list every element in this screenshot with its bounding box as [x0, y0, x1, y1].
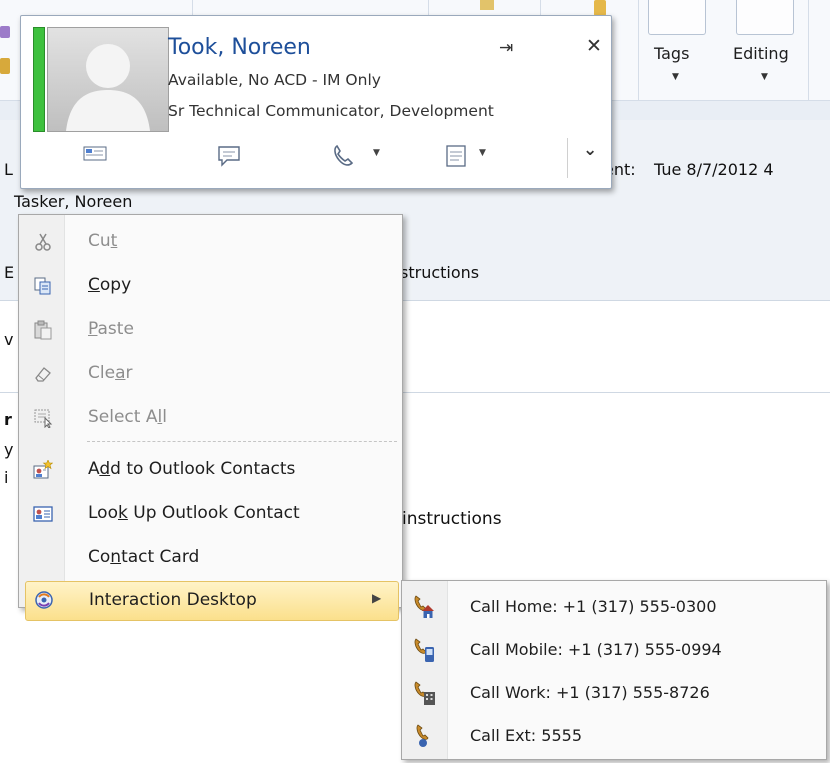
menu-item-select-all[interactable]: Select All — [19, 396, 402, 439]
ribbon-icon — [0, 58, 10, 74]
scissors-icon — [35, 233, 51, 251]
left-char: E — [4, 263, 15, 282]
ribbon-icon — [0, 26, 10, 38]
ribbon-icon — [480, 0, 494, 10]
menu-item-label: Cut — [88, 231, 118, 251]
select-all-icon — [34, 409, 53, 428]
submenu-arrow-icon: ▶ — [372, 591, 382, 605]
left-char: r — [4, 410, 12, 429]
submenu-item-call-home[interactable]: Call Home: +1 (317) 555-0300 — [402, 585, 826, 628]
menu-item-interaction-desktop[interactable]: Interaction Desktop ▶ — [25, 581, 399, 621]
menu-item-label: Add to Outlook Contacts — [88, 459, 296, 479]
contact-card-icon — [33, 506, 53, 522]
menu-item-cut[interactable]: Cut — [19, 220, 402, 263]
body-fragment: instructions — [402, 509, 502, 529]
to-recipient[interactable]: Tasker, Noreen — [14, 192, 132, 211]
editing-dropdown-icon[interactable]: ▼ — [761, 72, 768, 82]
phone-icon[interactable] — [331, 144, 355, 168]
call-home-icon — [414, 595, 434, 618]
contact-title: Sr Technical Communicator, Development — [168, 102, 494, 120]
interaction-desktop-submenu: Call Home: +1 (317) 555-0300 Call Mobile… — [401, 580, 827, 760]
copy-icon — [34, 277, 51, 295]
contact-status: Available, No ACD - IM Only — [168, 71, 381, 89]
expand-chevron-icon[interactable]: ⌄ — [583, 140, 597, 160]
paste-icon — [34, 320, 52, 340]
menu-separator — [87, 441, 397, 442]
submenu-item-call-mobile[interactable]: Call Mobile: +1 (317) 555-0994 — [402, 628, 826, 671]
menu-item-paste[interactable]: Paste — [19, 308, 402, 351]
close-icon[interactable]: ✕ — [586, 35, 602, 57]
editing-button-icon-frame[interactable] — [736, 0, 794, 35]
menu-item-label: Paste — [88, 319, 134, 339]
menu-item-label: Contact Card — [88, 547, 200, 567]
menu-item-contact-card[interactable]: Contact Card — [19, 536, 402, 579]
submenu-item-label: Call Home: +1 (317) 555-0300 — [470, 597, 717, 616]
menu-item-look-up-outlook-contact[interactable]: Look Up Outlook Contact — [19, 492, 402, 535]
submenu-item-label: Call Work: +1 (317) 555-8726 — [470, 683, 710, 702]
phone-dropdown-icon[interactable]: ▼ — [373, 148, 380, 158]
ribbon-divider — [638, 0, 639, 100]
call-ext-icon — [416, 724, 429, 747]
divider — [567, 138, 568, 178]
presence-indicator — [33, 27, 45, 132]
menu-item-add-to-outlook-contacts[interactable]: Add to Outlook Contacts — [19, 448, 402, 491]
left-char: y — [4, 440, 14, 459]
tags-button[interactable]: Tags — [654, 44, 689, 63]
submenu-item-call-ext[interactable]: Call Ext: 5555 — [402, 714, 826, 757]
menu-item-label: Copy — [88, 275, 132, 295]
im-icon[interactable] — [217, 144, 241, 168]
sent-value: Tue 8/7/2012 4 — [654, 160, 774, 179]
contact-photo — [47, 27, 169, 132]
person-silhouette-icon — [66, 44, 150, 131]
email-icon[interactable] — [83, 144, 107, 162]
menu-item-label: Clear — [88, 363, 133, 383]
tags-button-icon-frame[interactable] — [648, 0, 706, 35]
call-work-icon — [414, 681, 435, 705]
add-contact-icon — [33, 460, 53, 479]
left-char: v — [4, 330, 14, 349]
ribbon-icon — [594, 0, 606, 16]
schedule-dropdown-icon[interactable]: ▼ — [479, 148, 486, 158]
context-menu: Cut Copy Paste Clear Select All Add to O… — [18, 214, 403, 621]
call-mobile-icon — [414, 638, 434, 662]
left-char: L — [4, 160, 13, 179]
contact-name: Took, Noreen — [168, 35, 311, 60]
editing-button[interactable]: Editing — [733, 44, 789, 63]
menu-item-clear[interactable]: Clear — [19, 352, 402, 395]
submenu-item-label: Call Ext: 5555 — [470, 726, 582, 745]
menu-item-label: Look Up Outlook Contact — [88, 503, 300, 523]
menu-item-copy[interactable]: Copy — [19, 264, 402, 307]
tags-dropdown-icon[interactable]: ▼ — [672, 72, 679, 82]
interaction-desktop-icon — [35, 591, 53, 609]
ribbon-divider — [808, 0, 809, 100]
menu-item-label: Interaction Desktop — [89, 590, 257, 610]
contact-card[interactable]: Took, Noreen Available, No ACD - IM Only… — [20, 15, 612, 189]
submenu-item-label: Call Mobile: +1 (317) 555-0994 — [470, 640, 722, 659]
schedule-icon[interactable] — [445, 144, 467, 168]
eraser-icon — [35, 367, 51, 382]
pin-icon[interactable]: ⇥ — [499, 38, 513, 58]
menu-item-label: Select All — [88, 407, 167, 427]
header-fragment: structions — [400, 263, 480, 282]
submenu-item-call-work[interactable]: Call Work: +1 (317) 555-8726 — [402, 671, 826, 714]
left-char: i — [4, 468, 9, 487]
